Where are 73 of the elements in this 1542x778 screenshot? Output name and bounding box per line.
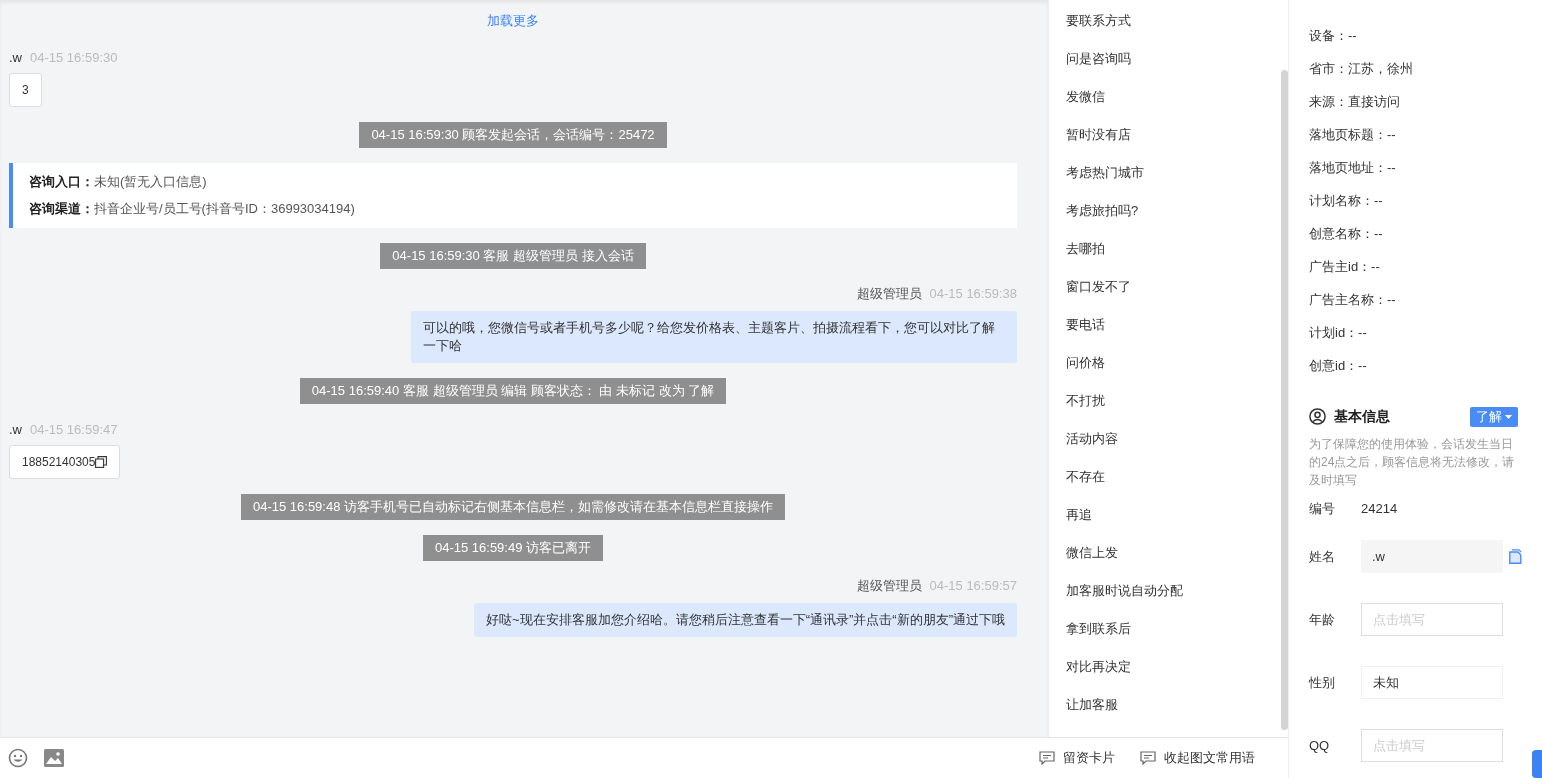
message-bubble: 18852140305: [9, 445, 121, 479]
info-value: 抖音企业号/员工号(抖音号ID：36993034194): [94, 200, 355, 218]
message-time: 04-15 16:59:38: [929, 285, 1017, 303]
quick-reply-item[interactable]: 拿到联系后: [1066, 610, 1131, 648]
source-info-line: 广告主名称：--: [1309, 290, 1396, 309]
quick-reply-item[interactable]: 去哪拍: [1066, 230, 1105, 268]
message-bubble: 3: [9, 73, 42, 107]
quick-reply-item[interactable]: 活动内容: [1066, 420, 1118, 458]
quick-reply-item[interactable]: 要联系方式: [1066, 2, 1131, 40]
user-icon: [1309, 408, 1326, 425]
source-info-line: 广告主id：--: [1309, 257, 1380, 276]
quick-reply-item[interactable]: 要电话: [1066, 306, 1105, 344]
load-more-link[interactable]: 加载更多: [487, 12, 539, 30]
quick-reply-item[interactable]: 不打扰: [1066, 382, 1105, 420]
quick-reply-item[interactable]: 窗口发不了: [1066, 268, 1131, 306]
comment-icon: [1140, 751, 1156, 765]
quick-reply-item[interactable]: 让加客服: [1066, 686, 1118, 724]
message-bubble: 好哒~现在安排客服加您介绍哈。请您稍后注意查看一下“通讯录”并点击“新的朋友”通过下哦: [474, 603, 1017, 637]
message-time: 04-15 16:59:57: [929, 577, 1017, 595]
info-value: 未知(暂无入口信息): [94, 173, 207, 191]
quick-reply-item[interactable]: 问是咨询吗: [1066, 40, 1131, 78]
field-label: 姓名: [1309, 547, 1336, 566]
quick-reply-item[interactable]: 暂时没有店: [1066, 116, 1131, 154]
field-label: 编号: [1309, 500, 1336, 519]
quick-reply-item[interactable]: 微信上发: [1066, 534, 1118, 572]
scrollbar-thumb[interactable]: [1281, 70, 1288, 730]
gender-select[interactable]: 未知: [1361, 666, 1503, 699]
info-label: 咨询入口：: [29, 173, 94, 191]
toolbar-button[interactable]: 留资卡片: [1039, 748, 1115, 768]
source-info-line: 计划id：--: [1309, 323, 1367, 342]
message-bubble: 可以的哦，您微信号或者手机号多少呢？给您发价格表、主题客片、拍摄流程看下，您可以对比了解一下哈: [411, 311, 1017, 363]
source-info-line: 设备：--: [1309, 26, 1357, 45]
section-title: 基本信息: [1334, 407, 1390, 426]
sender-name: .w: [9, 49, 22, 67]
system-notice: 04-15 16:59:49 访客已离开: [422, 535, 604, 561]
quick-reply-item[interactable]: 考虑热门城市: [1066, 154, 1144, 192]
system-notice: 04-15 16:59:30 顾客发起会话，会话编号：25472: [359, 122, 667, 148]
source-info-line: 落地页标题：--: [1309, 125, 1396, 144]
notice-text: 为了保障您的使用体验，会话发生当日的24点之后，顾客信息将无法修改，请及时填写: [1309, 436, 1516, 489]
source-info-line: 来源：直接访问: [1309, 92, 1400, 111]
emoji-icon[interactable]: [8, 748, 28, 768]
source-info-line: 计划名称：--: [1309, 191, 1383, 210]
field-label: 年龄: [1309, 610, 1336, 629]
source-info-line: 落地页地址：--: [1309, 158, 1396, 177]
quick-reply-item[interactable]: 发微信: [1066, 78, 1105, 116]
sender-name: 超级管理员: [856, 577, 922, 595]
message-time: 04-15 16:59:47: [30, 421, 118, 439]
source-info-line: 省市：江苏，徐州: [1309, 59, 1413, 78]
field-label: QQ: [1309, 736, 1331, 755]
quick-reply-item[interactable]: 不存在: [1066, 458, 1105, 496]
quick-reply-item[interactable]: 再追: [1066, 496, 1092, 534]
system-notice: 04-15 16:59:30 客服 超级管理员 接入会话: [380, 243, 646, 269]
quick-reply-item[interactable]: 对比再决定: [1066, 648, 1131, 686]
quick-reply-item[interactable]: 问价格: [1066, 344, 1105, 382]
field-value: 24214: [1361, 500, 1398, 519]
name-field[interactable]: .w: [1361, 540, 1503, 573]
source-info-line: 创意id：--: [1309, 356, 1367, 375]
sender-name: 超级管理员: [856, 285, 922, 303]
field-label: 性别: [1309, 673, 1336, 692]
caret-icon: [1505, 414, 1512, 419]
source-info-line: 创意名称：--: [1309, 224, 1383, 243]
toolbar-button[interactable]: 收起图文常用语: [1140, 748, 1255, 768]
quick-reply-item[interactable]: 加客服时说自动分配: [1066, 572, 1183, 610]
info-label: 咨询渠道：: [29, 200, 94, 218]
image-icon[interactable]: [44, 749, 64, 767]
quick-reply-item[interactable]: 考虑旅拍吗?: [1066, 192, 1139, 230]
system-notice: 04-15 16:59:48 访客手机号已自动标记右侧基本信息栏，如需修改请在基本信息栏直接操作: [240, 494, 786, 520]
comment-icon: [1039, 751, 1055, 765]
message-time: 04-15 16:59:30: [30, 49, 118, 67]
sender-name: .w: [9, 421, 22, 439]
side-tab-button[interactable]: [1532, 750, 1542, 778]
copy-icon[interactable]: [95, 456, 108, 468]
system-notice: 04-15 16:59:40 客服 超级管理员 编辑 顾客状态： 由 未标记 改为 了解: [299, 378, 727, 404]
